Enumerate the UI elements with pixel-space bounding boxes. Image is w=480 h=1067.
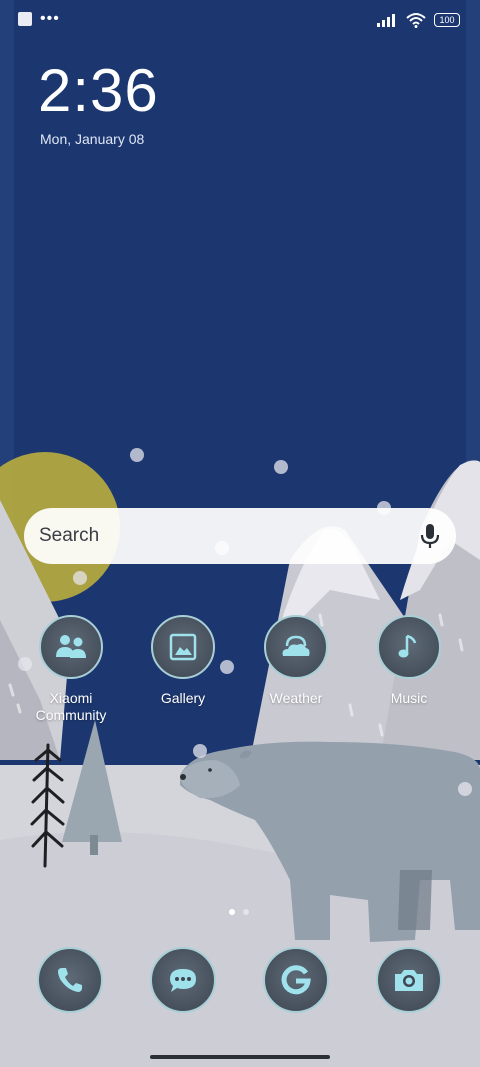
weather-icon[interactable] bbox=[264, 615, 328, 679]
app-label: Weather bbox=[269, 690, 323, 706]
page-dot-active bbox=[229, 909, 235, 915]
microphone-icon[interactable] bbox=[418, 522, 442, 550]
more-dots-icon: ••• bbox=[40, 10, 60, 27]
signal-icon bbox=[377, 14, 395, 27]
status-left: ••• bbox=[18, 10, 60, 27]
camera-icon[interactable] bbox=[376, 947, 442, 1013]
notification-square-icon bbox=[18, 12, 32, 26]
clock-date[interactable]: Mon, January 08 bbox=[40, 131, 144, 147]
dock-camera[interactable] bbox=[354, 947, 464, 1013]
app-label: Music bbox=[390, 690, 428, 706]
app-weather[interactable]: Weather bbox=[241, 615, 351, 707]
music-icon[interactable] bbox=[377, 615, 441, 679]
app-label: Xiaomi Community bbox=[35, 690, 107, 723]
messages-icon[interactable] bbox=[150, 947, 216, 1013]
clock-time[interactable]: 2:36 bbox=[38, 56, 159, 125]
dock-phone[interactable] bbox=[15, 947, 125, 1013]
gallery-icon[interactable] bbox=[151, 615, 215, 679]
app-xiaomi-community[interactable]: Xiaomi Community bbox=[16, 615, 126, 724]
app-music[interactable]: Music bbox=[354, 615, 464, 707]
google-icon[interactable] bbox=[263, 947, 329, 1013]
app-gallery[interactable]: Gallery bbox=[128, 615, 238, 707]
page-dot bbox=[243, 909, 249, 915]
search-bar[interactable]: Search bbox=[24, 508, 456, 564]
status-right: 100 bbox=[376, 12, 460, 28]
wifi-icon bbox=[406, 13, 426, 28]
app-label: Gallery bbox=[160, 690, 206, 706]
page-indicator bbox=[229, 909, 249, 915]
search-input[interactable]: Search bbox=[39, 525, 418, 547]
dock-messages[interactable] bbox=[128, 947, 238, 1013]
dock-google[interactable] bbox=[241, 947, 351, 1013]
phone-icon[interactable] bbox=[37, 947, 103, 1013]
status-bar: ••• 100 bbox=[0, 0, 480, 42]
home-indicator[interactable] bbox=[150, 1055, 330, 1059]
community-icon[interactable] bbox=[39, 615, 103, 679]
battery-icon: 100 bbox=[434, 13, 460, 27]
